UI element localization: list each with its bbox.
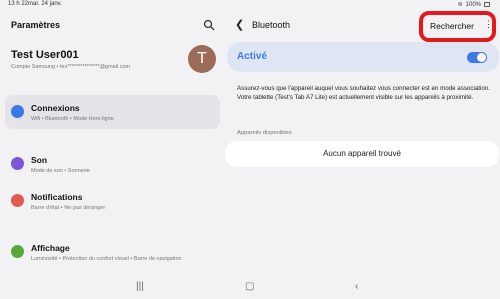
toggle-label: Activé [237, 51, 268, 62]
sidebar-item-notifications[interactable]: Notifications Barre d'état • Ne pas déra… [5, 184, 220, 218]
bluetooth-toggle-card[interactable]: Activé [227, 42, 499, 72]
switch-knob [477, 53, 486, 62]
sidebar-item-label: Connexions [31, 103, 80, 113]
bluetooth-switch[interactable] [467, 52, 487, 63]
panel-title: Bluetooth [252, 20, 291, 30]
settings-panel: Paramètres Test User001 Compte Samsung •… [0, 0, 225, 299]
back-nav-icon[interactable]: ‹ [355, 281, 358, 292]
navigation-bar: ||| ▢ ‹ [0, 279, 500, 299]
sidebar-item-son[interactable]: Son Mode de son • Sonnerie [5, 147, 220, 181]
sidebar-item-desc: Barre d'état • Ne pas déranger [31, 205, 106, 211]
recent-apps-icon[interactable]: ||| [136, 281, 144, 292]
avatar[interactable]: T [188, 45, 216, 73]
brightness-icon [11, 245, 24, 258]
search-button[interactable]: Rechercher [430, 21, 474, 31]
account-name: Test User001 [11, 49, 79, 61]
sidebar-item-desc: Luminosité • Protection du confort visue… [31, 256, 182, 262]
sidebar-item-label: Affichage [31, 243, 70, 253]
sidebar-item-desc: Wifi • Bluetooth • Mode Hors-ligne [31, 116, 114, 122]
home-icon[interactable]: ▢ [245, 281, 254, 292]
sidebar-item-label: Son [31, 155, 48, 165]
volume-icon [11, 157, 24, 170]
wifi-icon [11, 105, 24, 118]
no-device-message: Aucun appareil trouvé [225, 141, 499, 167]
sidebar-item-desc: Mode de son • Sonnerie [31, 168, 90, 174]
bluetooth-panel: ❮ Bluetooth Rechercher ⋮ Activé Assurez-… [225, 0, 500, 299]
more-options-icon[interactable]: ⋮ [484, 19, 493, 30]
sidebar-item-affichage[interactable]: Affichage Luminosité • Protection du con… [5, 235, 220, 269]
info-text: Assurez-vous que l'appareil auquel vous … [237, 85, 490, 101]
notification-icon [11, 194, 24, 207]
back-icon[interactable]: ❮ [235, 18, 244, 31]
section-label: Appareils disponibles [237, 130, 292, 136]
page-title: Paramètres [11, 20, 61, 30]
search-icon[interactable] [203, 19, 215, 31]
account-email: Compte Samsung • tes***************@gmai… [11, 64, 131, 70]
sidebar-item-connexions[interactable]: Connexions Wifi • Bluetooth • Mode Hors-… [5, 95, 220, 129]
sidebar-item-label: Notifications [31, 192, 83, 202]
